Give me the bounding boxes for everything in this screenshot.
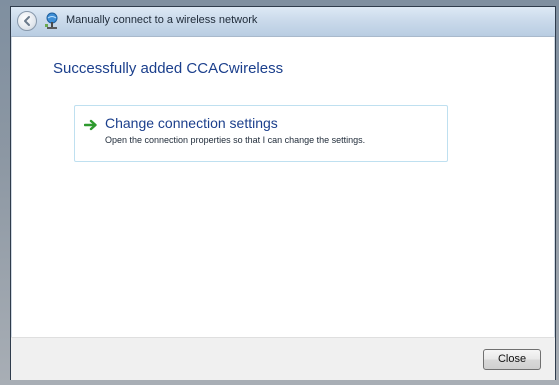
title-bar: Manually connect to a wireless network [11,7,555,37]
close-button[interactable]: Close [483,349,541,370]
back-button[interactable] [17,11,37,31]
dialog-window: Manually connect to a wireless network S… [10,6,556,380]
change-connection-settings-option[interactable]: Change connection settings Open the conn… [74,105,448,162]
green-arrow-icon [83,118,98,131]
network-icon [43,12,61,30]
window-title: Manually connect to a wireless network [66,14,258,26]
option-description: Open the connection properties so that I… [105,135,366,145]
dialog-footer: Close [11,337,555,380]
option-title: Change connection settings [105,115,278,131]
page-heading: Successfully added CCACwireless [53,60,284,77]
back-arrow-icon [24,16,30,26]
